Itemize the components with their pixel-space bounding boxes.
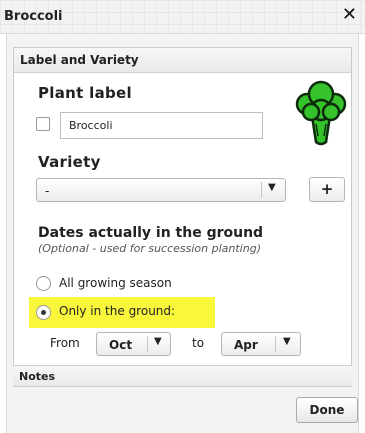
dates-subtitle: (Optional - used for succession planting… [38,242,261,255]
section-header[interactable]: Label and Variety [14,48,351,73]
plant-label-input[interactable] [60,112,263,139]
from-month-select[interactable]: Oct ▼ [96,332,171,356]
all-season-radio[interactable] [36,276,51,291]
all-season-label[interactable]: All growing season [59,276,172,290]
done-button[interactable]: Done [296,397,358,423]
only-in-ground-radio[interactable] [36,305,51,320]
notes-section-header[interactable]: Notes [13,365,352,387]
variety-select-value: - [45,184,50,198]
close-icon[interactable]: ✕ [342,5,357,25]
add-variety-button[interactable]: + [309,177,345,202]
plant-label-checkbox[interactable] [36,117,50,131]
from-month-value: Oct [109,338,133,352]
variety-select[interactable]: - ▼ [36,178,286,202]
only-in-ground-label[interactable]: Only in the ground: [59,304,175,318]
select-divider [147,336,148,352]
select-divider [261,182,262,198]
section-header-label: Label and Variety [20,53,139,67]
select-divider [275,336,276,352]
dialog-title: Broccoli [4,9,63,24]
to-month-select[interactable]: Apr ▼ [221,332,301,356]
chevron-down-icon: ▼ [283,336,291,347]
dialog-titlebar: Broccoli ✕ [0,0,365,34]
notes-header-label: Notes [19,370,56,383]
to-month-value: Apr [234,338,258,352]
chevron-down-icon: ▼ [154,336,162,347]
from-label: From [50,336,80,350]
plant-label-heading: Plant label [38,84,132,102]
to-label: to [192,336,205,350]
variety-heading: Variety [38,153,101,171]
dates-heading: Dates actually in the ground [38,225,264,241]
broccoli-icon [295,80,347,146]
chevron-down-icon: ▼ [268,182,276,193]
